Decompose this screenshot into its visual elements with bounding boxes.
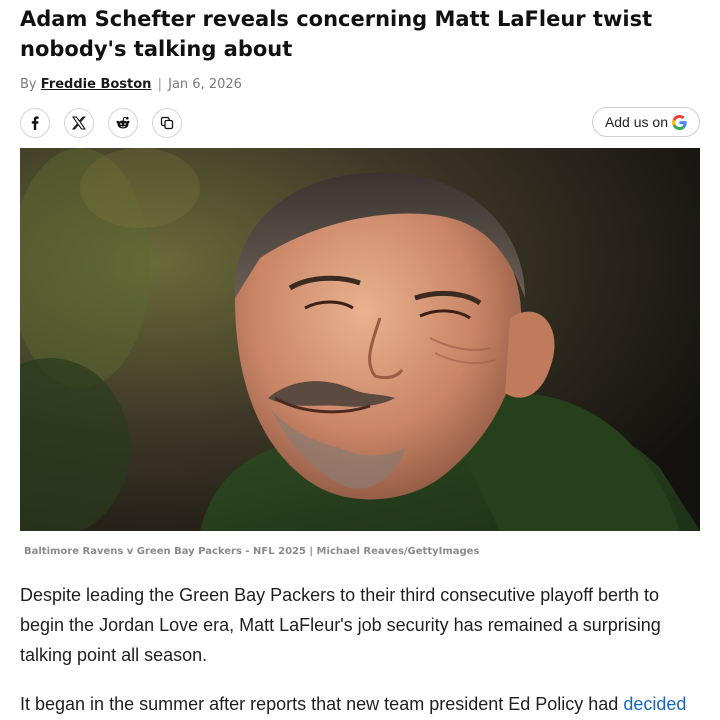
author-link[interactable]: Freddie Boston	[41, 77, 152, 92]
google-icon	[672, 114, 687, 130]
facebook-icon	[31, 116, 39, 130]
hero-image	[20, 148, 700, 531]
decided-link[interactable]: decided	[623, 694, 686, 714]
article-paragraph-2: It began in the summer after reports tha…	[20, 689, 700, 719]
article-headline: Adam Schefter reveals concerning Matt La…	[20, 7, 653, 61]
byline-separator: |	[157, 77, 162, 92]
share-reddit-button[interactable]	[108, 108, 138, 138]
add-us-on-google-button[interactable]: Add us on	[591, 107, 700, 137]
share-x-button[interactable]	[64, 108, 94, 138]
add-us-label: Add us on	[604, 114, 668, 130]
byline-prefix: By	[20, 77, 37, 92]
copy-link-icon	[160, 116, 174, 130]
image-caption: Baltimore Ravens v Green Bay Packers - N…	[24, 546, 480, 557]
paragraph-2-text: It began in the summer after reports tha…	[20, 694, 624, 714]
copy-link-button[interactable]	[152, 108, 182, 138]
x-icon	[72, 116, 86, 130]
reddit-icon	[116, 116, 130, 129]
article-paragraph-1: Despite leading the Green Bay Packers to…	[20, 585, 661, 665]
publish-date: Jan 6, 2026	[168, 77, 242, 92]
byline: By Freddie Boston | Jan 6, 2026	[20, 76, 242, 94]
share-facebook-button[interactable]	[20, 108, 50, 138]
hero-photo	[20, 148, 700, 531]
share-buttons	[20, 108, 182, 138]
